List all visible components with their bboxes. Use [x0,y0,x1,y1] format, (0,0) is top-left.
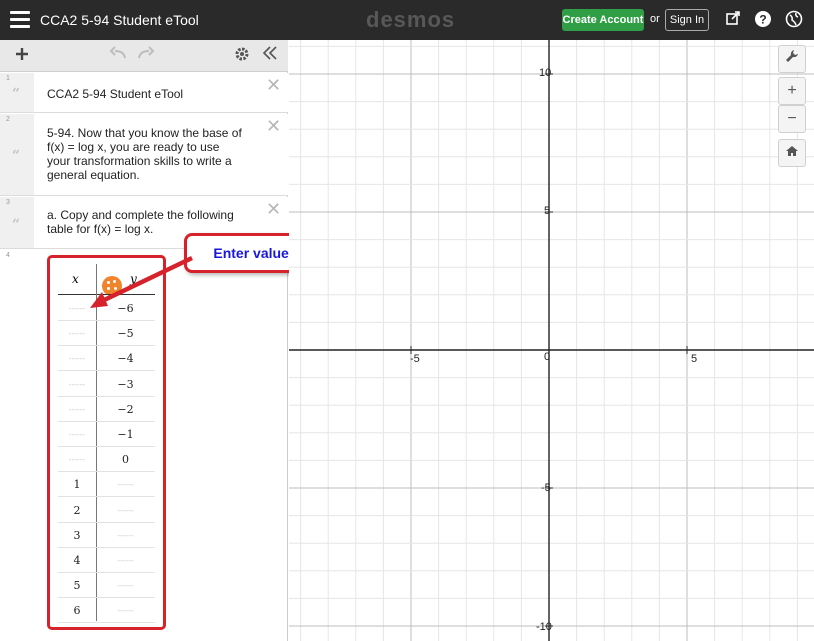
create-account-button[interactable]: Create Account [562,9,644,31]
note-quote-icon: “ [12,217,21,233]
note-quote-icon: “ [12,148,21,164]
table-cell-y[interactable]: ------ [96,573,155,598]
add-icon[interactable] [12,46,32,66]
table-row: ------ 0 [58,447,155,473]
brand-logo: desmos [366,7,456,32]
table-cell-x[interactable]: 4 [58,548,96,573]
settings-icon[interactable] [232,46,252,66]
table-cell-y[interactable]: −5 [96,321,155,346]
expression-item[interactable]: 2 “ 5-94. Now that you know the base of … [0,114,288,196]
expression-toolbar [0,40,288,72]
table-cell-y[interactable]: −1 [96,422,155,447]
zoom-in-icon[interactable]: + [778,77,806,105]
y-tick-label: 5 [544,205,551,217]
table-row: ------ −1 [58,422,155,447]
help-icon[interactable]: ? [753,10,773,30]
note-quote-icon: “ [12,86,21,102]
table-row: ------ −3 [58,372,155,397]
callout-arrow [90,255,193,308]
zoom-out-icon[interactable]: − [778,105,806,133]
table-cell-y[interactable]: ------ [96,472,155,497]
table-cell-x[interactable]: 3 [58,523,96,548]
menu-icon[interactable] [10,11,30,29]
y-tick-label: -5 [541,482,551,494]
table-row: ------ −5 [58,321,155,347]
sign-in-button[interactable]: Sign In [665,9,709,31]
wrench-icon[interactable] [778,45,806,73]
table-row: 6 ------ [58,598,155,624]
table-cell-x[interactable]: ------ [58,346,96,371]
table-cell-y[interactable]: −2 [96,397,155,422]
table-cell-x[interactable]: 2 [58,498,96,523]
note-text[interactable]: CCA2 5-94 Student eTool [47,87,257,101]
top-bar: CCA2 5-94 Student eTool desmos Create Ac… [0,0,814,40]
share-icon[interactable] [723,10,743,30]
expression-number: 2 [6,116,10,123]
table-row: 1 ------ [58,472,155,498]
home-icon[interactable] [778,139,806,167]
expression-number: 1 [6,75,10,82]
table-row: 2 ------ [58,498,155,523]
origin-label: 0 [544,351,551,363]
table-cell-x[interactable]: ------ [58,447,96,472]
x-tick-label: 5 [691,353,698,365]
table-cell-x[interactable]: ------ [58,321,96,346]
x-tick-label: -5 [410,353,420,365]
close-icon[interactable]: ✕ [266,117,281,135]
undo-icon[interactable] [108,46,128,66]
table-cell-x[interactable]: ------ [58,397,96,422]
table-cell-y[interactable]: −4 [96,346,155,371]
table-header-x: x [72,272,79,286]
table-cell-y[interactable]: ------ [96,498,155,523]
table-cell-y[interactable]: −3 [96,372,155,397]
expression-number: 4 [6,252,10,259]
table-cell-y[interactable]: ------ [96,548,155,573]
table-cell-y[interactable]: ------ [96,598,155,623]
table-cell-x[interactable]: 5 [58,573,96,598]
table-cell-x[interactable]: 6 [58,598,96,623]
table-row: 3 ------ [58,523,155,548]
y-tick-label: -10 [536,621,552,633]
note-text[interactable]: 5-94. Now that you know the base of f(x)… [47,126,242,182]
table-cell-y[interactable]: ------ [96,523,155,548]
or-label: or [650,13,660,25]
table-cell-y[interactable]: 0 [96,447,155,472]
table-row: ------ −4 [58,346,155,372]
table-row: 5 ------ [58,573,155,599]
note-text[interactable]: a. Copy and complete the following table… [47,208,242,236]
graph-canvas[interactable] [289,40,814,641]
globe-icon[interactable] [784,10,804,30]
table-row: 4 ------ [58,548,155,573]
svg-text:?: ? [759,13,766,27]
collapse-panel-icon[interactable] [260,46,280,66]
table-cell-x[interactable]: ------ [58,372,96,397]
redo-icon[interactable] [136,46,156,66]
table-cell-x[interactable]: 1 [58,472,96,497]
close-icon[interactable]: ✕ [266,76,281,94]
table-cell-x[interactable]: ------ [58,422,96,447]
close-icon[interactable]: ✕ [266,200,281,218]
expression-number: 3 [6,199,10,206]
y-tick-label: 10 [539,67,552,79]
expression-item[interactable]: 1 “ CCA2 5-94 Student eTool ✕ [0,73,288,113]
table-row: ------ −2 [58,397,155,422]
app-title: CCA2 5-94 Student eTool [40,12,199,28]
graph-paper[interactable] [289,40,814,641]
